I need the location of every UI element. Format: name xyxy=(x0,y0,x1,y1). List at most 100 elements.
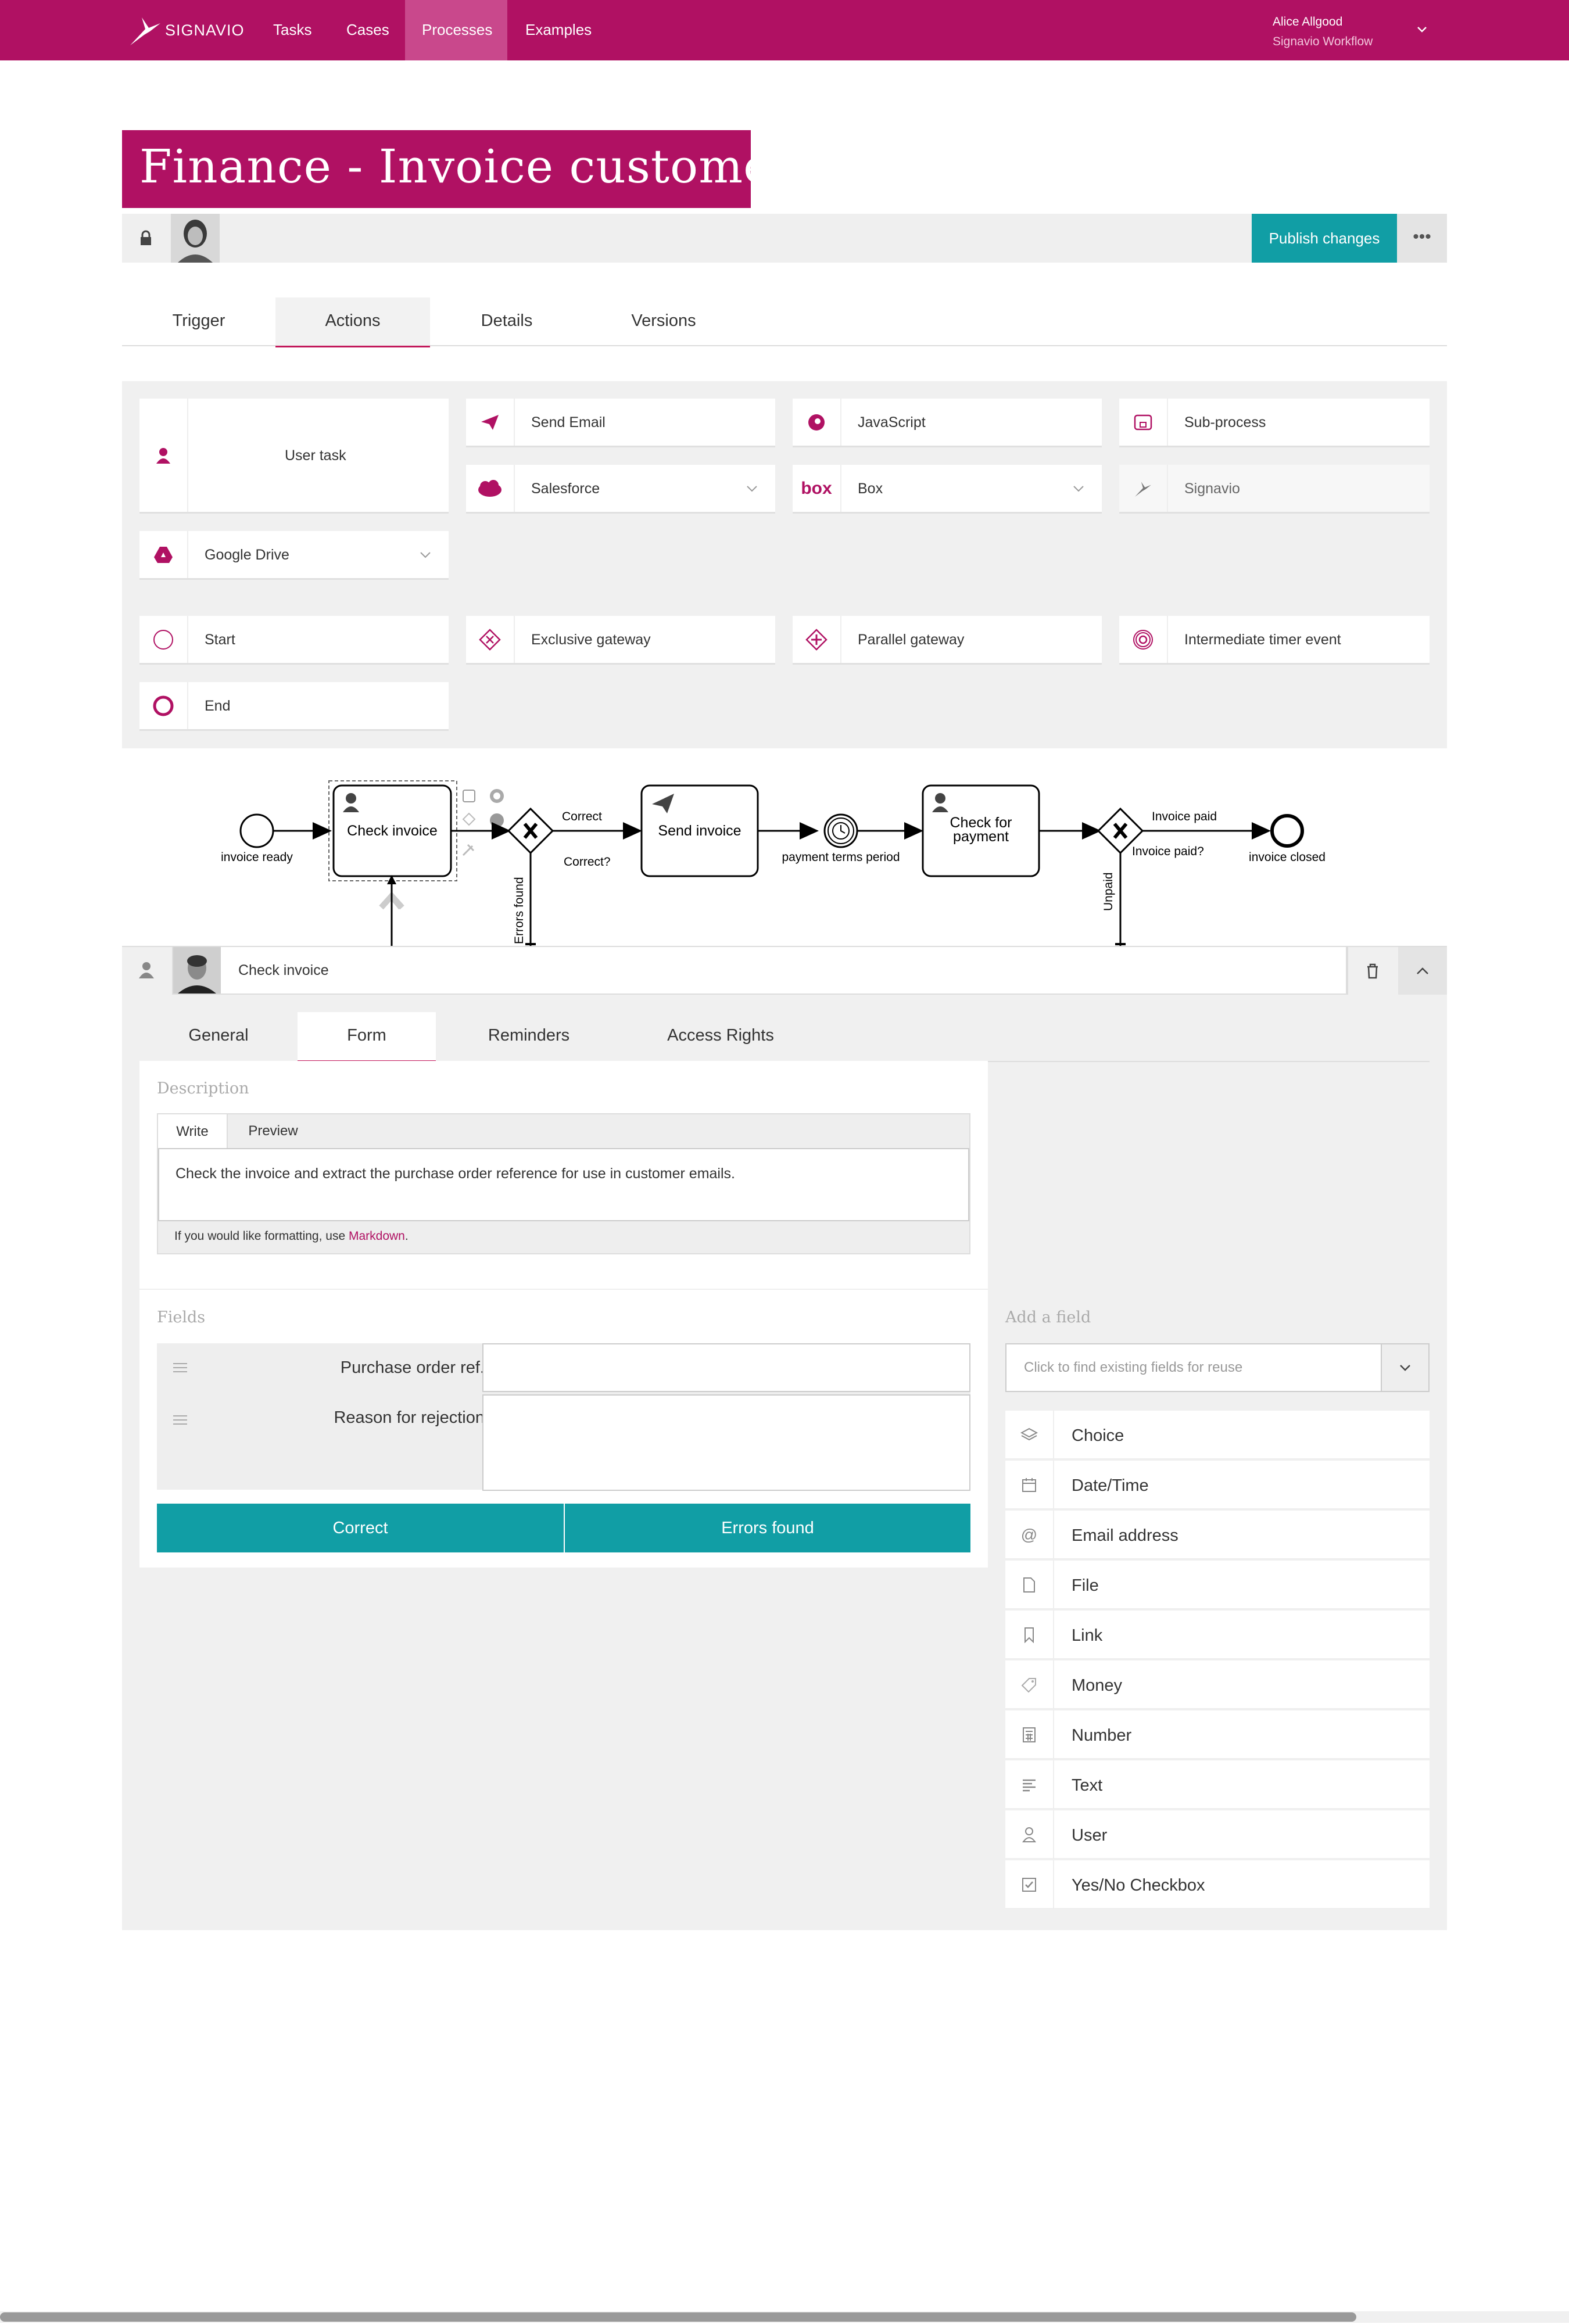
drag-handle-icon[interactable] xyxy=(173,1415,187,1425)
field-type-label: Yes/No Checkbox xyxy=(1072,1876,1205,1895)
tab-reminders[interactable]: Reminders xyxy=(436,1026,622,1045)
flow-label-invoice-paid: Invoice paid xyxy=(1152,810,1217,823)
preview-tab[interactable]: Preview xyxy=(228,1113,318,1149)
nav-processes[interactable]: Processes xyxy=(422,21,492,39)
nav-examples[interactable]: Examples xyxy=(525,21,592,39)
task-name-field[interactable]: Check invoice xyxy=(172,946,1347,995)
append-task-icon[interactable] xyxy=(463,790,475,802)
user-icon xyxy=(935,793,945,804)
add-field-date-time[interactable]: Date/Time xyxy=(1005,1461,1430,1509)
tab-trigger[interactable]: Trigger xyxy=(122,311,275,331)
event-end[interactable]: End xyxy=(139,682,449,731)
tab-access-rights[interactable]: Access Rights xyxy=(622,1026,819,1045)
add-field-text[interactable]: Text xyxy=(1005,1760,1430,1809)
description-textarea[interactable]: Check the invoice and extract the purcha… xyxy=(158,1148,969,1221)
nav-cases[interactable]: Cases xyxy=(346,21,389,39)
append-event-icon[interactable] xyxy=(490,813,504,827)
action-user-task[interactable]: User task xyxy=(139,399,449,514)
intermediate-timer-event[interactable]: Intermediate timer event xyxy=(1119,616,1430,665)
add-field-email-address[interactable]: @ Email address xyxy=(1005,1511,1430,1559)
action-label: Salesforce xyxy=(531,480,600,497)
nav-tasks[interactable]: Tasks xyxy=(273,21,311,39)
tab-general[interactable]: General xyxy=(139,1026,298,1045)
add-field-choice[interactable]: Choice xyxy=(1005,1411,1430,1459)
bookmark-icon xyxy=(1005,1611,1054,1659)
action-label: Box xyxy=(858,480,883,497)
process-toolbar xyxy=(122,214,1447,263)
chevron-up-icon xyxy=(1417,967,1428,974)
task-label-line2: payment xyxy=(953,829,1009,845)
chevron-down-icon[interactable] xyxy=(1417,26,1427,34)
tab-details[interactable]: Details xyxy=(430,311,583,331)
add-field-user[interactable]: User xyxy=(1005,1810,1430,1859)
section-divider xyxy=(139,1289,988,1290)
tab-form[interactable]: Form xyxy=(298,1026,436,1045)
event-start[interactable]: Start xyxy=(139,616,449,665)
action-box[interactable]: box Box xyxy=(793,465,1102,514)
correct-button[interactable]: Correct xyxy=(157,1504,564,1552)
more-options-button[interactable]: ••• xyxy=(1397,214,1447,263)
hint-suffix: . xyxy=(404,1229,409,1243)
user-icon xyxy=(1005,1810,1054,1859)
process-diagram[interactable]: invoice ready Check invoice Correct? Cor… xyxy=(122,755,1447,947)
errors-found-button[interactable]: Errors found xyxy=(565,1504,970,1552)
chevron-down-icon[interactable] xyxy=(420,551,431,559)
field-type-label: Email address xyxy=(1072,1526,1178,1545)
user-name[interactable]: Alice Allgood xyxy=(1273,15,1342,29)
field-type-label: Number xyxy=(1072,1726,1132,1745)
assignee-avatar[interactable] xyxy=(173,947,221,994)
signavio-logo-icon[interactable] xyxy=(128,13,163,48)
markdown-hint: If you would like formatting, use Markdo… xyxy=(174,1229,409,1243)
action-sub-process[interactable]: Sub-process xyxy=(1119,399,1430,447)
add-field-number[interactable]: Number xyxy=(1005,1710,1430,1759)
add-field-money[interactable]: Money xyxy=(1005,1660,1430,1709)
exclusive-gateway[interactable]: Exclusive gateway xyxy=(466,616,775,665)
form-field-row[interactable]: Purchase order ref. xyxy=(157,1343,970,1393)
action-salesforce[interactable]: Salesforce xyxy=(466,465,775,514)
field-search-combobox[interactable]: Click to find existing fields for reuse xyxy=(1005,1343,1430,1392)
end-event-label: invoice closed xyxy=(1249,851,1326,864)
brand-name[interactable]: SIGNAVIO xyxy=(165,21,245,40)
form-field-row[interactable]: Reason for rejection xyxy=(157,1393,970,1491)
at-icon: @ xyxy=(1005,1511,1054,1559)
chevron-down-icon[interactable] xyxy=(746,485,758,493)
reason-for-rejection-textarea[interactable] xyxy=(482,1394,970,1491)
collapse-button[interactable] xyxy=(1398,947,1447,995)
horizontal-scrollbar-thumb[interactable] xyxy=(0,2312,1356,2322)
add-field-file[interactable]: File xyxy=(1005,1561,1430,1609)
parallel-gateway[interactable]: Parallel gateway xyxy=(793,616,1102,665)
add-field-link[interactable]: Link xyxy=(1005,1611,1430,1659)
purchase-order-ref-input[interactable] xyxy=(482,1343,970,1392)
field-type-label: Link xyxy=(1072,1626,1103,1645)
add-field-yes-no-checkbox[interactable]: Yes/No Checkbox xyxy=(1005,1860,1430,1909)
google-drive-icon xyxy=(139,531,188,578)
markdown-link[interactable]: Markdown xyxy=(349,1229,405,1243)
action-label: Sub-process xyxy=(1184,414,1266,431)
start-event-label: invoice ready xyxy=(221,851,293,864)
action-signavio[interactable]: Signavio xyxy=(1119,465,1430,514)
chevron-down-icon[interactable] xyxy=(1381,1344,1428,1391)
action-send-email[interactable]: Send Email xyxy=(466,399,775,447)
tab-actions[interactable]: Actions xyxy=(275,311,430,331)
tab-versions[interactable]: Versions xyxy=(583,311,744,331)
write-tab[interactable]: Write xyxy=(157,1113,228,1149)
javascript-icon xyxy=(793,399,841,446)
drag-handle-icon[interactable] xyxy=(173,1363,187,1372)
wrench-icon[interactable] xyxy=(462,844,475,856)
owner-avatar[interactable] xyxy=(171,214,220,263)
end-event[interactable] xyxy=(1270,814,1304,848)
trash-icon xyxy=(1367,963,1378,979)
user-icon xyxy=(346,793,356,804)
publish-changes-button[interactable]: Publish changes xyxy=(1252,214,1397,263)
field-search-placeholder: Click to find existing fields for reuse xyxy=(1024,1360,1243,1375)
action-javascript[interactable]: JavaScript xyxy=(793,399,1102,447)
action-google-drive[interactable]: Google Drive xyxy=(139,531,449,580)
delete-task-button[interactable] xyxy=(1347,947,1397,995)
append-gateway-icon[interactable] xyxy=(462,812,476,826)
field-label: Reason for rejection xyxy=(334,1408,485,1427)
align-left-icon xyxy=(1005,1760,1054,1809)
start-event[interactable] xyxy=(239,813,274,848)
user-org[interactable]: Signavio Workflow xyxy=(1273,35,1373,49)
chevron-down-icon[interactable] xyxy=(1073,485,1084,493)
task-name[interactable]: Check invoice xyxy=(238,962,329,979)
